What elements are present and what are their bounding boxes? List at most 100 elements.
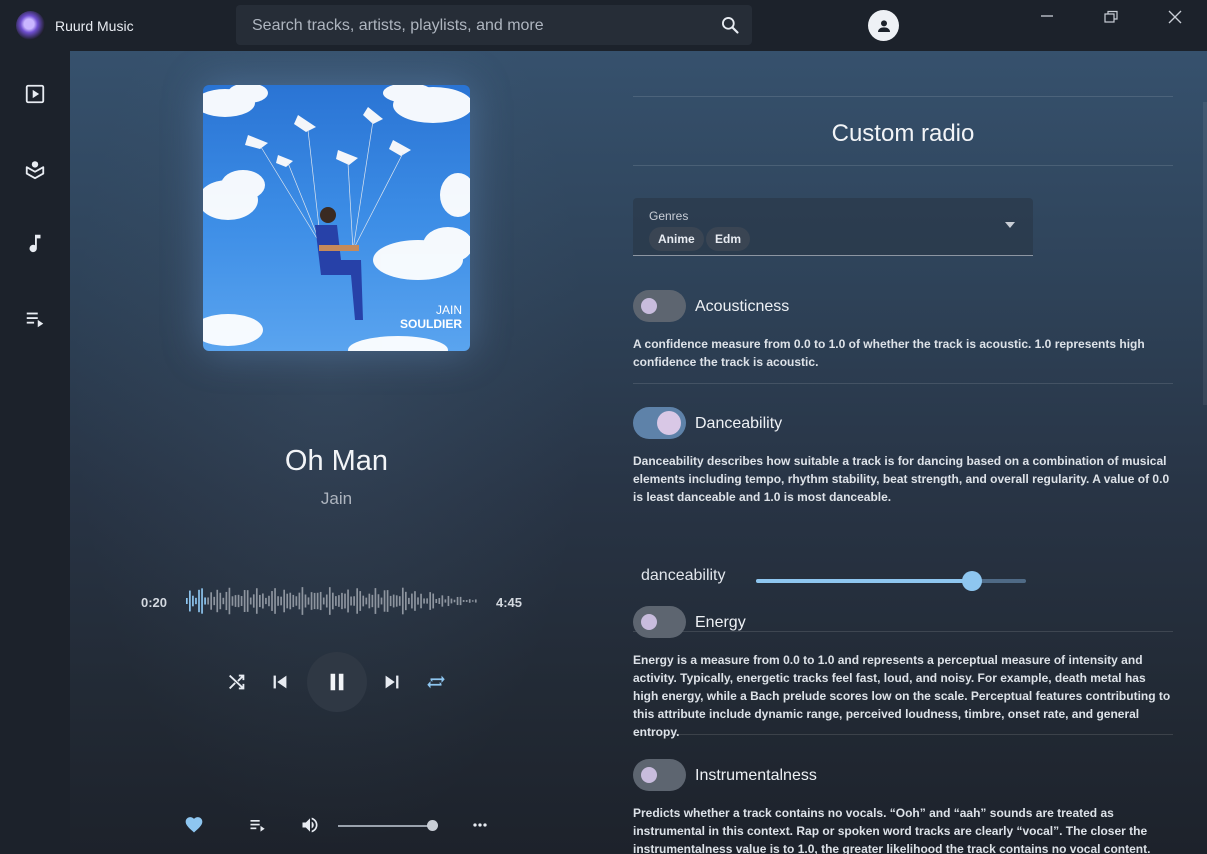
waveform-bar bbox=[474, 599, 477, 603]
search-icon[interactable] bbox=[720, 15, 740, 35]
queue-icon[interactable] bbox=[24, 308, 46, 330]
danceability-toggle[interactable] bbox=[633, 407, 686, 439]
waveform-bar bbox=[325, 594, 328, 608]
pause-button[interactable] bbox=[307, 652, 367, 712]
waveform-bar bbox=[435, 598, 438, 604]
waveform-bar bbox=[207, 597, 209, 605]
waveform-bar bbox=[420, 593, 422, 609]
waveform-bar bbox=[459, 596, 462, 606]
waveform-bar bbox=[295, 596, 298, 606]
waveform-bar bbox=[392, 594, 395, 608]
waveform-bar bbox=[350, 596, 352, 606]
waveform-bar bbox=[286, 593, 289, 609]
danceability-slider-label: danceability bbox=[641, 567, 726, 584]
next-icon[interactable] bbox=[381, 671, 403, 693]
maximize-icon[interactable] bbox=[1101, 8, 1121, 28]
waveform-bar bbox=[237, 594, 240, 608]
volume-slider[interactable] bbox=[338, 825, 432, 827]
waveform-bar bbox=[289, 592, 292, 610]
waveform-bar bbox=[441, 595, 444, 607]
waveform-bar bbox=[225, 591, 228, 611]
track-artist[interactable]: Jain bbox=[70, 489, 603, 509]
search-input[interactable]: Search tracks, artists, playlists, and m… bbox=[252, 17, 544, 35]
play-video-icon[interactable] bbox=[24, 83, 46, 105]
scrollbar[interactable] bbox=[1203, 102, 1207, 405]
divider bbox=[633, 165, 1173, 166]
waveform-bar bbox=[368, 593, 371, 609]
waveform-bar bbox=[341, 592, 343, 610]
acousticness-label: Acousticness bbox=[695, 298, 790, 315]
acousticness-toggle[interactable] bbox=[633, 290, 686, 322]
waveform-bar bbox=[234, 595, 237, 607]
waveform-bar bbox=[210, 592, 212, 610]
search-box[interactable]: Search tracks, artists, playlists, and m… bbox=[236, 5, 752, 45]
music-note-icon[interactable] bbox=[24, 232, 46, 254]
energy-description: Energy is a measure from 0.0 to 1.0 and … bbox=[633, 653, 1171, 739]
waveform-bar bbox=[414, 591, 416, 611]
previous-icon[interactable] bbox=[269, 671, 291, 693]
waveform-bar bbox=[365, 597, 368, 605]
volume-slider-thumb[interactable] bbox=[427, 820, 438, 831]
waveform-bar bbox=[304, 594, 307, 608]
waveform-bar bbox=[292, 594, 295, 608]
shuffle-icon[interactable] bbox=[226, 671, 248, 693]
waveform-bar bbox=[386, 590, 389, 612]
heart-icon[interactable] bbox=[184, 815, 204, 835]
chevron-down-icon[interactable] bbox=[1003, 220, 1017, 230]
close-icon[interactable] bbox=[1165, 8, 1185, 28]
waveform-bar bbox=[213, 596, 216, 606]
title-bar: Ruurd Music Search tracks, artists, play… bbox=[0, 0, 1207, 51]
waveform-bar bbox=[198, 589, 200, 613]
divider bbox=[633, 96, 1173, 97]
waveform-bar bbox=[432, 593, 435, 609]
repeat-icon[interactable] bbox=[425, 671, 447, 693]
waveform-bar bbox=[301, 587, 304, 615]
waveform-bar bbox=[353, 596, 355, 606]
waveform-bar bbox=[450, 598, 453, 604]
duration-time: 4:45 bbox=[496, 595, 523, 610]
more-icon[interactable] bbox=[470, 815, 490, 835]
waveform-bar bbox=[344, 593, 346, 609]
waveform-bar bbox=[429, 592, 431, 610]
waveform-bar bbox=[374, 588, 377, 614]
waveform-bar bbox=[240, 596, 243, 606]
slider-fill bbox=[756, 579, 972, 583]
energy-toggle[interactable] bbox=[633, 606, 686, 638]
waveform-bar bbox=[468, 599, 471, 603]
waveform-bar bbox=[228, 587, 231, 615]
genre-chip-anime[interactable]: Anime bbox=[649, 227, 704, 251]
waveform-bar bbox=[371, 594, 374, 608]
waveform-bar bbox=[471, 600, 474, 602]
waveform-bar bbox=[438, 598, 441, 604]
waveform-bar bbox=[189, 590, 191, 612]
instrumentalness-toggle[interactable] bbox=[633, 759, 686, 791]
waveform-bar bbox=[389, 595, 392, 607]
volume-icon[interactable] bbox=[300, 815, 320, 835]
waveform-bar bbox=[322, 597, 325, 605]
waveform-bar bbox=[401, 587, 404, 615]
acousticness-description: A confidence measure from 0.0 to 1.0 of … bbox=[633, 337, 1145, 369]
library-icon[interactable] bbox=[24, 158, 46, 180]
genre-chip-edm[interactable]: Edm bbox=[706, 227, 751, 251]
danceability-slider[interactable] bbox=[756, 571, 1026, 591]
toggle-knob bbox=[641, 614, 657, 630]
genres-select[interactable]: Genres Anime Edm bbox=[633, 198, 1033, 256]
waveform-bar bbox=[417, 597, 419, 605]
waveform-bar bbox=[219, 592, 222, 610]
waveform-bar bbox=[195, 597, 197, 605]
waveform-bar bbox=[186, 598, 188, 604]
waveform-bar bbox=[408, 597, 410, 605]
account-button[interactable] bbox=[868, 10, 899, 41]
waveform-bar bbox=[456, 596, 459, 606]
waveform-seekbar[interactable] bbox=[186, 585, 478, 617]
queue-icon[interactable] bbox=[248, 815, 268, 835]
waveform-bar bbox=[283, 589, 285, 613]
waveform-bar bbox=[377, 594, 380, 608]
toggle-knob bbox=[641, 767, 657, 783]
waveform-bar bbox=[335, 596, 337, 606]
minimize-icon[interactable] bbox=[1037, 8, 1057, 28]
waveform-bar bbox=[222, 597, 225, 605]
slider-thumb[interactable] bbox=[962, 571, 982, 591]
waveform-bar bbox=[274, 588, 276, 614]
instrumentalness-label: Instrumentalness bbox=[695, 767, 817, 784]
